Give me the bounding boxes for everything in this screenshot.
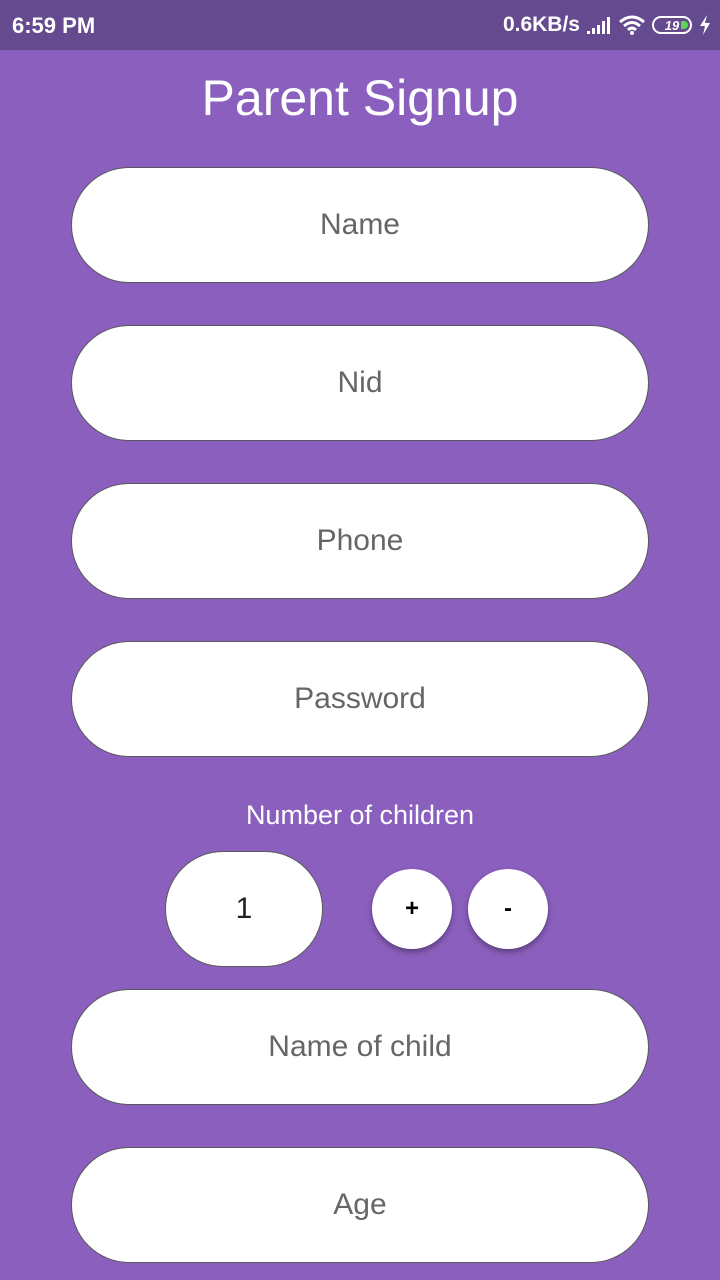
battery-icon: 19: [652, 16, 692, 34]
password-field: [71, 641, 649, 757]
children-count-field: [165, 851, 323, 967]
status-time: 6:59 PM: [12, 13, 96, 38]
children-count-input[interactable]: [179, 891, 309, 927]
status-indicators: 0.6KB/s 19: [503, 10, 712, 40]
password-input[interactable]: [98, 681, 622, 717]
nid-field: [71, 325, 649, 441]
increment-button[interactable]: +: [372, 869, 452, 949]
children-count-label: Number of children: [245, 800, 475, 830]
page-title: Parent Signup: [201, 70, 519, 126]
age-input[interactable]: [98, 1187, 622, 1223]
child-name-input[interactable]: [98, 1029, 622, 1065]
wifi-icon: [618, 14, 646, 36]
nid-input[interactable]: [98, 365, 622, 401]
signup-screen: 6:59 PM 0.6KB/s 19 Parent Signup Name Ni…: [0, 0, 720, 1280]
battery-level: 19: [664, 17, 680, 33]
decrement-button[interactable]: -: [468, 869, 548, 949]
status-bar: 6:59 PM 0.6KB/s 19: [0, 0, 720, 50]
name-input[interactable]: [98, 207, 622, 243]
age-field: [71, 1147, 649, 1263]
phone-input[interactable]: [98, 523, 622, 559]
charging-bolt-icon: [698, 14, 712, 36]
name-field: [71, 167, 649, 283]
phone-field: [71, 483, 649, 599]
child-name-field: [71, 989, 649, 1105]
signal-icon: [586, 15, 612, 35]
battery-fill: [681, 21, 688, 29]
network-speed: 0.6KB/s: [502, 13, 580, 36]
